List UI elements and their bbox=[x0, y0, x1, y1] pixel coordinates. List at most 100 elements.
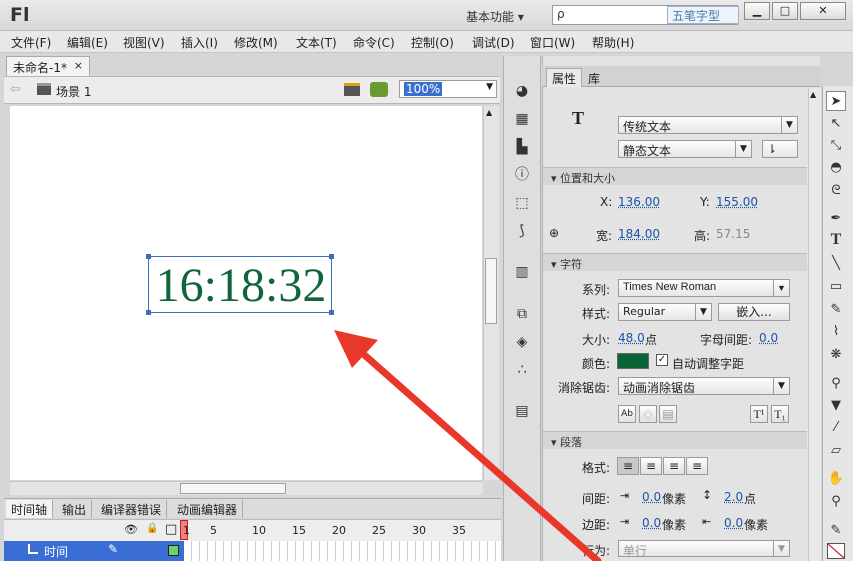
eyedropper-tool-icon[interactable]: ⁄ bbox=[826, 418, 846, 438]
layer-row[interactable]: 时间 ✎ bbox=[4, 541, 184, 561]
scroll-thumb[interactable] bbox=[180, 483, 286, 494]
indent-value[interactable]: 0.0 bbox=[642, 490, 661, 504]
zoom-select[interactable]: 100% ▼ bbox=[399, 80, 497, 98]
menu-help[interactable]: 帮助(H) bbox=[592, 34, 634, 51]
frame-grid[interactable] bbox=[184, 541, 501, 561]
behavior-select[interactable]: 单行 ▼ bbox=[618, 540, 790, 558]
stroke-color-icon[interactable]: ✎ bbox=[826, 521, 846, 541]
info-icon[interactable]: ⓘ bbox=[512, 167, 532, 183]
subscript-button[interactable]: T₁ bbox=[771, 405, 789, 423]
back-arrow-icon[interactable]: ⇦ bbox=[10, 82, 21, 97]
anti-alias-select[interactable]: 动画消除锯齿 ▼ bbox=[618, 377, 790, 395]
menu-control[interactable]: 控制(O) bbox=[411, 34, 454, 51]
align-left-button[interactable]: ≡ bbox=[617, 457, 639, 475]
properties-scrollbar[interactable]: ▲ bbox=[808, 88, 821, 561]
bone-tool-icon[interactable]: ⚲ bbox=[826, 374, 846, 394]
component-inspector-icon[interactable]: ◈ bbox=[512, 334, 532, 350]
left-margin-value[interactable]: 0.0 bbox=[642, 516, 661, 530]
section-paragraph[interactable]: ▾ 段落 bbox=[543, 431, 807, 449]
resize-handle[interactable] bbox=[329, 254, 334, 259]
clock-text[interactable]: 16:18:32 bbox=[149, 260, 333, 312]
menu-text[interactable]: 文本(T) bbox=[296, 34, 337, 51]
tab-properties[interactable]: 属性 bbox=[546, 68, 582, 87]
text-type-select[interactable]: 静态文本 ▼ bbox=[618, 140, 752, 158]
pen-tool-icon[interactable]: ✒ bbox=[826, 209, 846, 229]
project-icon[interactable]: ▤ bbox=[512, 403, 532, 419]
render-html-button[interactable]: ◇ bbox=[639, 405, 657, 423]
section-position-size[interactable]: ▾ 位置和大小 bbox=[543, 167, 807, 185]
horizontal-scrollbar[interactable] bbox=[10, 481, 483, 495]
justify-button[interactable]: ≡ bbox=[686, 457, 708, 475]
rectangle-tool-icon[interactable]: ▭ bbox=[826, 277, 846, 297]
x-value[interactable]: 136.00 bbox=[618, 195, 660, 209]
subselection-tool-icon[interactable]: ↖ bbox=[826, 114, 846, 134]
align-icon[interactable]: ▙ bbox=[512, 139, 532, 155]
tab-output[interactable]: 输出 bbox=[57, 500, 93, 518]
fill-color-swatch[interactable] bbox=[827, 543, 845, 559]
text-color-swatch[interactable] bbox=[617, 353, 649, 369]
lock-proportions-icon[interactable]: ⊕ bbox=[549, 226, 559, 240]
selection-tool-icon[interactable]: ➤ bbox=[826, 91, 846, 111]
scroll-up-icon[interactable]: ▲ bbox=[810, 90, 816, 99]
font-family-select[interactable]: Times New Roman ▼ bbox=[618, 279, 790, 297]
paint-bucket-tool-icon[interactable]: ▼ bbox=[826, 396, 846, 416]
deco-tool-icon[interactable]: ❋ bbox=[826, 345, 846, 365]
line-spacing-value[interactable]: 2.0 bbox=[724, 490, 743, 504]
resize-handle[interactable] bbox=[146, 254, 151, 259]
section-character[interactable]: ▾ 字符 bbox=[543, 253, 807, 271]
components-icon[interactable]: ▥ bbox=[512, 264, 532, 280]
menu-commands[interactable]: 命令(C) bbox=[353, 34, 395, 51]
free-transform-tool-icon[interactable]: ⤡ bbox=[826, 136, 846, 156]
layer-name[interactable]: 时间 bbox=[44, 543, 68, 560]
hand-tool-icon[interactable]: ✋ bbox=[826, 469, 846, 489]
lasso-tool-icon[interactable]: ᘓ bbox=[826, 181, 846, 201]
menu-insert[interactable]: 插入(I) bbox=[181, 34, 218, 51]
workspace-switcher[interactable]: 基本功能 ▾ bbox=[466, 8, 524, 25]
document-tab[interactable]: 未命名-1* × bbox=[6, 56, 90, 76]
menu-view[interactable]: 视图(V) bbox=[123, 34, 165, 51]
tab-motion-editor[interactable]: 动画编辑器 bbox=[172, 500, 244, 518]
layer-color-swatch[interactable] bbox=[168, 545, 179, 556]
menu-edit[interactable]: 编辑(E) bbox=[67, 34, 108, 51]
menu-modify[interactable]: 修改(M) bbox=[234, 34, 278, 51]
brush-tool-icon[interactable]: ⌇ bbox=[826, 322, 846, 342]
zoom-tool-icon[interactable]: ⚲ bbox=[826, 492, 846, 512]
tab-timeline[interactable]: 时间轴 bbox=[6, 500, 54, 518]
letter-spacing-value[interactable]: 0.0 bbox=[759, 331, 778, 345]
text-tool-icon[interactable]: T bbox=[826, 231, 846, 251]
transform-icon[interactable]: ⬚ bbox=[512, 195, 532, 211]
tab-compiler-errors[interactable]: 编译器错误 bbox=[96, 500, 168, 518]
text-orientation-select[interactable]: ⇂ bbox=[762, 140, 798, 158]
scroll-thumb[interactable] bbox=[485, 258, 497, 324]
embed-button[interactable]: 嵌入... bbox=[718, 303, 790, 321]
align-right-button[interactable]: ≡ bbox=[663, 457, 685, 475]
eye-icon[interactable]: 👁 bbox=[124, 523, 138, 536]
text-engine-select[interactable]: 传统文本 ▼ bbox=[618, 116, 798, 134]
3d-rotation-tool-icon[interactable]: ◓ bbox=[826, 158, 846, 178]
pencil-tool-icon[interactable]: ✎ bbox=[826, 300, 846, 320]
line-tool-icon[interactable]: ╲ bbox=[826, 254, 846, 274]
y-value[interactable]: 155.00 bbox=[716, 195, 758, 209]
edit-scene-icon[interactable] bbox=[344, 83, 360, 96]
menu-file[interactable]: 文件(F) bbox=[11, 34, 51, 51]
maximize-button[interactable]: □ bbox=[772, 2, 798, 20]
selectable-text-button[interactable]: Ab bbox=[618, 405, 636, 423]
code-snippets-icon[interactable]: ⟆ bbox=[512, 223, 532, 239]
edit-symbols-icon[interactable] bbox=[370, 82, 388, 97]
size-value[interactable]: 48.0 bbox=[618, 331, 645, 345]
close-window-button[interactable]: ✕ bbox=[800, 2, 846, 20]
lock-icon[interactable]: 🔒 bbox=[146, 523, 158, 534]
menu-debug[interactable]: 调试(D) bbox=[472, 34, 515, 51]
width-value[interactable]: 184.00 bbox=[618, 227, 660, 241]
swatches-icon[interactable]: ▦ bbox=[512, 111, 532, 127]
align-center-button[interactable]: ≡ bbox=[640, 457, 662, 475]
color-icon[interactable]: ◕ bbox=[512, 83, 532, 99]
minimize-button[interactable]: ▁ bbox=[744, 2, 770, 20]
behaviors-icon[interactable]: ∴ bbox=[512, 362, 532, 378]
right-margin-value[interactable]: 0.0 bbox=[724, 516, 743, 530]
menu-window[interactable]: 窗口(W) bbox=[530, 34, 575, 51]
auto-kern-checkbox[interactable]: ✓ bbox=[656, 354, 668, 366]
actions-icon[interactable]: ⧉ bbox=[512, 306, 532, 322]
font-style-select[interactable]: Regular ▼ bbox=[618, 303, 712, 321]
outline-icon[interactable]: □ bbox=[165, 522, 177, 537]
